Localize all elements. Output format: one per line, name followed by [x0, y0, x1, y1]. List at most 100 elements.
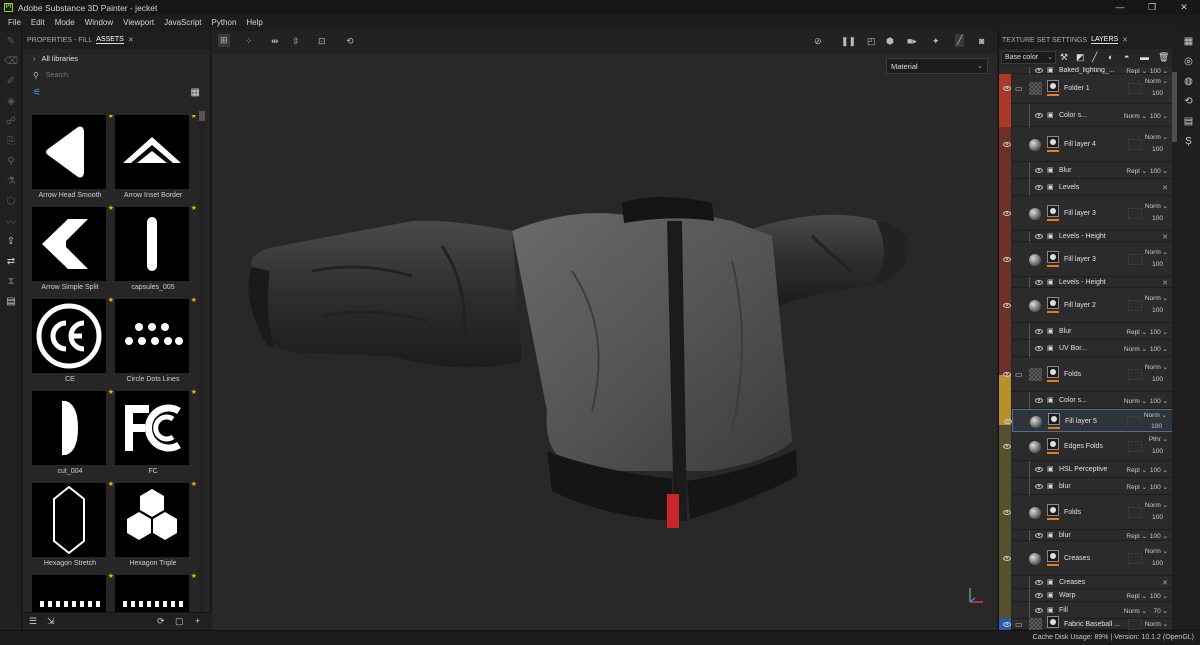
document-icon[interactable]: ▤ — [0, 291, 22, 311]
eye-icon[interactable] — [1035, 280, 1043, 285]
layer-effect-row[interactable]: ▣ Color s... Norm ⌄ 100 ⌄ — [1012, 104, 1173, 127]
opacity-field[interactable]: 100 ⌄ — [1150, 592, 1168, 600]
blend-mode-select[interactable]: Repl ⌄ — [1126, 328, 1147, 336]
remove-icon[interactable]: ✕ — [1162, 579, 1168, 587]
eye-icon[interactable] — [1035, 329, 1043, 334]
eye-icon[interactable] — [1003, 211, 1011, 216]
blend-mode-select[interactable]: Norm ⌄ — [1144, 411, 1167, 419]
layer-effect-row[interactable]: ▣ Color s... Norm ⌄ 100 ⌄ — [1012, 392, 1173, 409]
brush-icon[interactable]: ╱ — [1092, 52, 1097, 63]
layer-name[interactable]: Folds — [1064, 371, 1081, 378]
eye-icon[interactable] — [1035, 168, 1043, 173]
layer-options-icon[interactable] — [1128, 369, 1142, 380]
layer-name[interactable]: Levels - Height — [1059, 279, 1106, 286]
layer-name[interactable]: Fill — [1059, 607, 1068, 614]
mask-thumbnail[interactable] — [1047, 251, 1059, 263]
eye-icon[interactable] — [1035, 68, 1043, 73]
mask-thumbnail[interactable] — [1047, 136, 1059, 148]
3d-viewport[interactable]: ⊞ ⁘ ⇹ ⇳ ⊡ ⟲ ⊘ ❚❚ ◰ ⬢ ■▸ ✦ ╱ ◙ Material ⌄ — [212, 31, 997, 630]
folder-icon[interactable]: ▭ — [1015, 84, 1023, 93]
layer-name[interactable]: Fill layer 5 — [1065, 418, 1097, 425]
blend-mode-select[interactable]: Norm ⌄ — [1145, 202, 1168, 210]
projection-icon[interactable]: ✐ — [0, 71, 22, 91]
trash-icon[interactable]: 🗑 — [1158, 52, 1169, 63]
layer-name[interactable]: Fill layer 3 — [1064, 210, 1096, 217]
asset-tile[interactable]: ★ Circle Dots Lines — [113, 297, 196, 391]
blend-mode-select[interactable]: Norm ⌄ — [1124, 112, 1147, 120]
menu-python[interactable]: Python — [207, 18, 242, 27]
layer-name[interactable]: Blur — [1059, 328, 1071, 335]
layer-folder-row[interactable]: ▭ Fabric Baseball ... Norm ⌄ — [1003, 616, 1173, 630]
layer-name[interactable]: Levels - Height — [1059, 233, 1106, 240]
layer-name[interactable]: Color s... — [1059, 397, 1087, 404]
tab-layers[interactable]: LAYERS — [1091, 36, 1119, 44]
asset-tile[interactable]: ★ FC — [113, 389, 196, 483]
menu-javascript[interactable]: JavaScript — [159, 18, 206, 27]
layer-name[interactable]: Edges Folds — [1064, 443, 1103, 450]
log-icon[interactable]: ▤ — [1177, 111, 1200, 131]
import-icon[interactable]: ⇲ — [47, 616, 55, 627]
blend-mode-select[interactable]: Norm ⌄ — [1145, 294, 1168, 302]
remove-icon[interactable]: ✕ — [1162, 184, 1168, 192]
layer-options-icon[interactable] — [1128, 553, 1142, 564]
opacity-field[interactable]: 100 — [1152, 261, 1163, 268]
eye-icon[interactable] — [1003, 622, 1011, 627]
hourglass-icon[interactable]: ⧗ — [0, 271, 22, 291]
opacity-field[interactable]: 100 ⌄ — [1150, 345, 1168, 353]
mask-thumbnail[interactable] — [1047, 297, 1059, 309]
grid-view-icon[interactable]: ▦ — [191, 87, 200, 98]
folder-icon[interactable]: ▬ — [1140, 52, 1149, 62]
asset-tile[interactable]: ★ CE — [30, 297, 114, 391]
opacity-field[interactable]: 100 — [1152, 90, 1163, 97]
mask-thumbnail[interactable] — [1047, 366, 1059, 378]
opacity-field[interactable]: 100 ⌄ — [1150, 532, 1168, 540]
mask-thumbnail[interactable] — [1047, 504, 1059, 516]
blend-mode-select[interactable]: Repl ⌄ — [1126, 532, 1147, 540]
eye-icon[interactable] — [1035, 608, 1043, 613]
filter-icon[interactable]: ⚟ — [33, 87, 41, 98]
layer-effect-row[interactable]: ▣ Warp Repl ⌄ 100 ⌄ — [1012, 589, 1173, 602]
asset-tile[interactable]: ★ Arrow Simple Split — [30, 205, 114, 299]
layer-options-icon[interactable] — [1127, 416, 1141, 427]
layer-effect-row[interactable]: ▣ Blur Repl ⌄ 100 ⌄ — [1012, 323, 1173, 340]
blend-mode-select[interactable]: Norm ⌄ — [1124, 397, 1147, 405]
layer-options-icon[interactable] — [1128, 619, 1142, 630]
blend-mode-select[interactable]: Norm ⌄ — [1145, 620, 1168, 628]
layer-options-icon[interactable] — [1128, 139, 1142, 150]
layer-name[interactable]: Creases — [1059, 579, 1085, 586]
menu-edit[interactable]: Edit — [26, 18, 50, 27]
substance-icon[interactable]: Ș — [1177, 131, 1200, 151]
opacity-field[interactable]: 100 — [1152, 146, 1163, 153]
target-icon[interactable]: ◎ — [1177, 51, 1200, 71]
eye-icon[interactable] — [1003, 510, 1011, 515]
opacity-field[interactable]: 100 — [1152, 560, 1163, 567]
layer-name[interactable]: blur — [1059, 532, 1071, 539]
shelf-icon[interactable]: ◍ — [1177, 71, 1200, 91]
blend-mode-select[interactable]: Repl ⌄ — [1126, 167, 1147, 175]
layer-name[interactable]: Blur — [1059, 167, 1071, 174]
blend-mode-select[interactable]: Pthr ⌄ — [1149, 435, 1168, 443]
opacity-field[interactable]: 100 — [1152, 307, 1163, 314]
layer-row[interactable]: Fill layer 4 Norm ⌄ 100 — [1003, 127, 1173, 162]
eye-icon[interactable] — [1035, 467, 1043, 472]
folder-icon[interactable]: ▭ — [1015, 370, 1023, 379]
layer-name[interactable]: Baked_lighting_... — [1059, 67, 1115, 74]
layer-name[interactable]: Warp — [1059, 592, 1075, 599]
add-icon[interactable]: + — [195, 616, 200, 626]
menu-mode[interactable]: Mode — [50, 18, 80, 27]
close-icon[interactable]: ✕ — [128, 36, 134, 44]
blend-mode-select[interactable]: Repl ⌄ — [1126, 466, 1147, 474]
eye-icon[interactable] — [1003, 372, 1011, 377]
path-icon[interactable]: 〰 — [0, 211, 22, 231]
remove-icon[interactable]: ✕ — [1162, 279, 1168, 287]
paint-brush-icon[interactable]: ✎ — [0, 31, 22, 51]
fill-layer-icon[interactable]: ◐ — [1108, 52, 1113, 62]
menu-help[interactable]: Help — [241, 18, 267, 27]
opacity-field[interactable]: 100 — [1152, 514, 1163, 521]
asset-tile[interactable]: ★ Hexagon Stretch — [30, 481, 114, 575]
polygon-fill-icon[interactable]: ⬡ — [0, 191, 22, 211]
blend-mode-select[interactable]: Norm ⌄ — [1145, 133, 1168, 141]
opacity-field[interactable]: 100 ⌄ — [1150, 167, 1168, 175]
layer-folder-row[interactable]: ▭ Folds Norm ⌄ 100 — [1003, 357, 1173, 392]
star-icon[interactable]: ★ — [191, 204, 196, 212]
